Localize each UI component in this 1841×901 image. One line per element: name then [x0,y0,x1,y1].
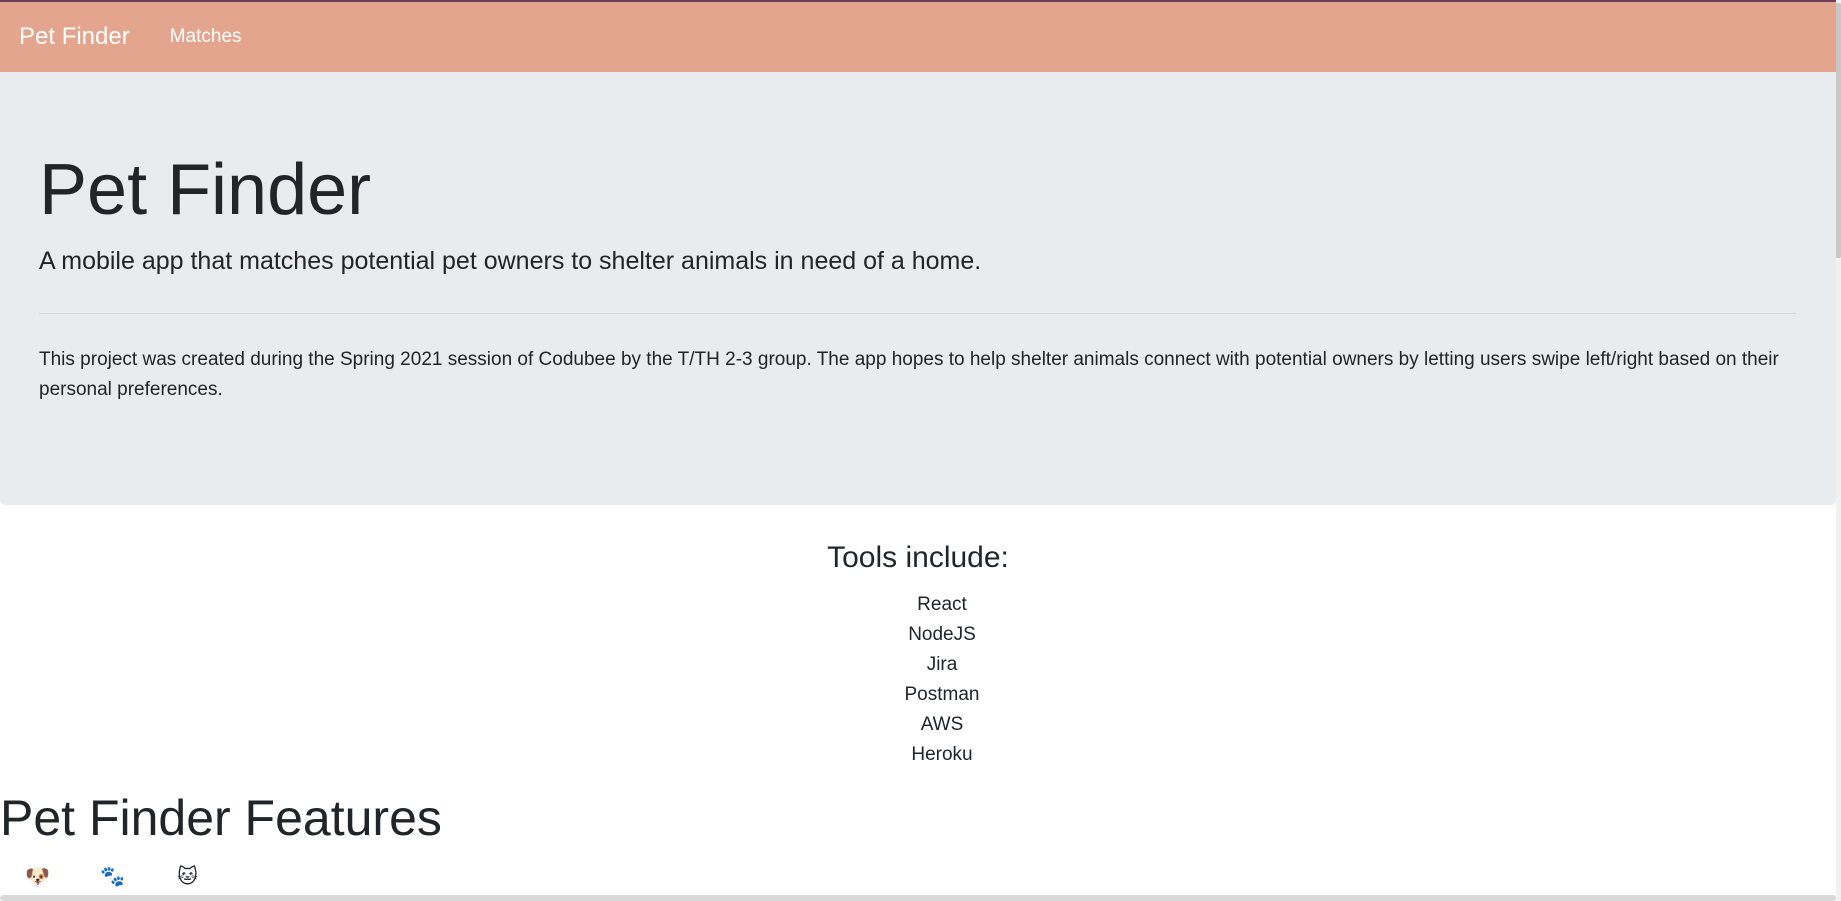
list-item: NodeJS [908,624,976,645]
navbar: Pet Finder Matches [0,0,1836,72]
cat-face-icon[interactable]: 🐱 [150,864,225,889]
features-heading: Pet Finder Features [0,790,442,846]
dog-face-icon[interactable]: 🐶 [0,864,75,889]
page-title: Pet Finder [39,150,372,230]
navbar-brand[interactable]: Pet Finder [19,23,130,51]
list-item: React [917,594,967,615]
feature-tabs: 🐶 🐾 🐱 [0,862,225,890]
features-panel-edge [0,895,1836,901]
list-item: Heroku [911,744,973,765]
divider [39,313,1796,314]
scrollbar-thumb[interactable] [1836,3,1841,258]
list-item: AWS [920,714,964,735]
project-description: This project was created during the Spri… [39,349,1779,400]
paw-prints-icon[interactable]: 🐾 [75,864,150,889]
page: Pet Finder Matches Pet Finder A mobile a… [0,0,1841,901]
tools-heading: Tools include: [827,541,1009,574]
tools-list: React NodeJS Jira Postman AWS Heroku [0,590,1841,770]
vertical-scrollbar[interactable] [1836,0,1841,901]
jumbotron: Pet Finder A mobile app that matches pot… [0,72,1836,505]
list-item: Jira [926,654,958,675]
lead-text: A mobile app that matches potential pet … [39,247,982,275]
viewport: Pet Finder Matches Pet Finder A mobile a… [0,0,1836,901]
nav-link-matches[interactable]: Matches [170,26,242,48]
list-item: Postman [904,684,980,705]
